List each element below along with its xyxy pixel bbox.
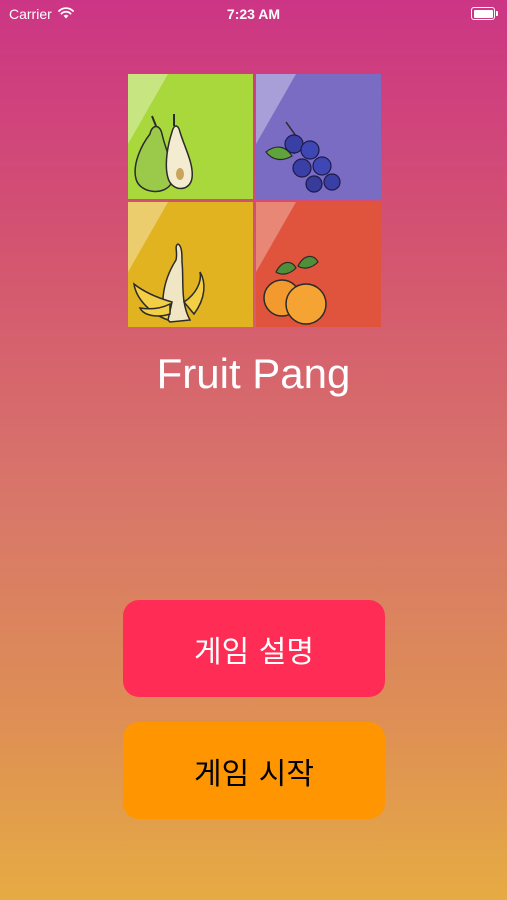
how-to-play-button[interactable]: 게임 설명	[123, 600, 385, 697]
logo-tile-pear	[128, 74, 253, 199]
logo-tile-blueberries	[256, 74, 381, 199]
status-bar: Carrier 7:23 AM	[0, 0, 507, 30]
logo-tile-oranges	[256, 202, 381, 327]
battery-level	[473, 9, 493, 18]
logo-tile-banana	[128, 202, 253, 327]
status-time: 7:23 AM	[226, 6, 281, 22]
battery-icon	[471, 7, 498, 20]
app-title: Fruit Pang	[156, 350, 351, 397]
start-game-button[interactable]: 게임 시작	[123, 722, 385, 819]
app-logo	[128, 74, 381, 327]
